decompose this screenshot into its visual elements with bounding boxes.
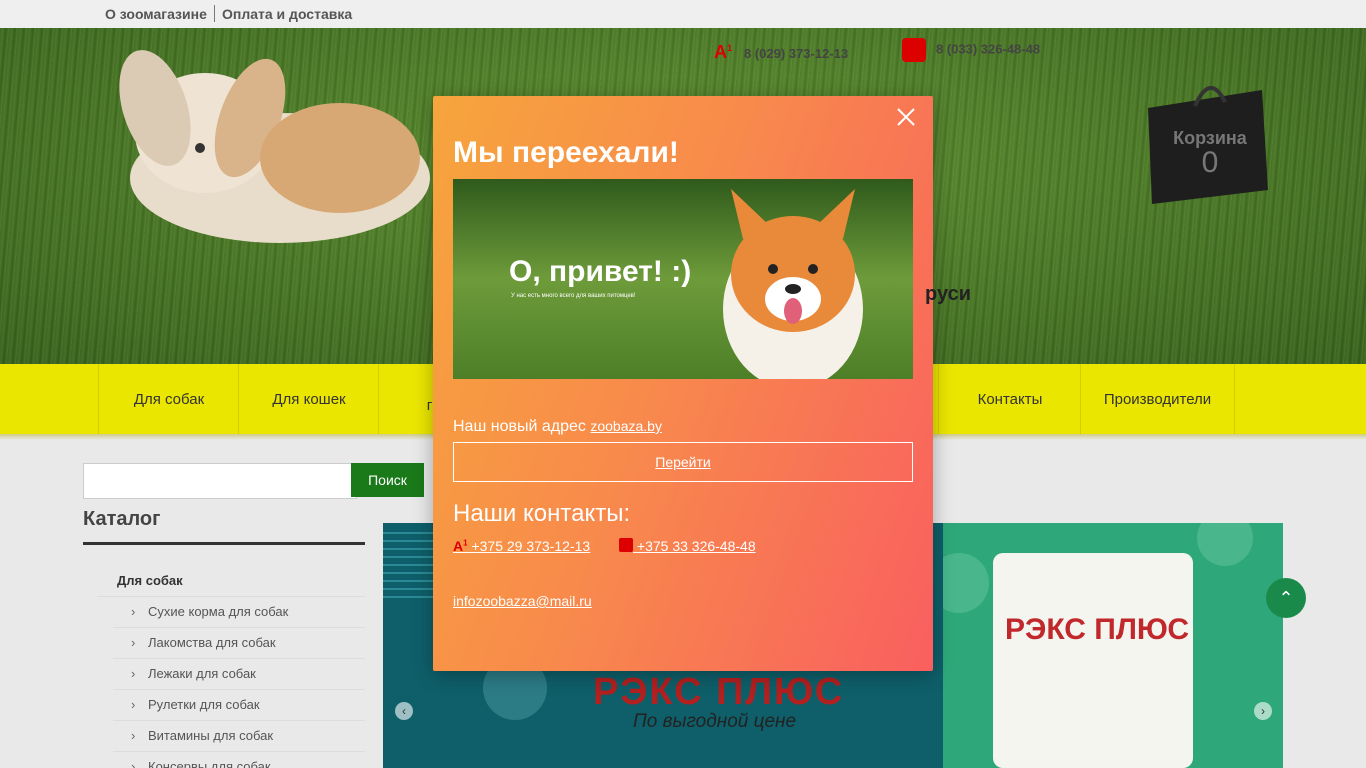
photo-small-text: У нас есть много всего для ваших питомце… [511, 293, 636, 299]
mts-icon [902, 38, 926, 62]
close-icon[interactable] [895, 106, 917, 128]
moved-modal: Мы переехали! О, привет! :) У нас есть м… [433, 96, 933, 671]
new-address: Наш новый адрес zoobaza.by [453, 418, 662, 436]
header-tagline: руси [925, 283, 971, 305]
a1-icon: A1 [453, 538, 468, 554]
rabbit-image [119, 50, 430, 243]
a1-icon: A1 [714, 42, 733, 62]
contacts-title: Наши контакты: [453, 500, 631, 527]
address-label: Наш новый адрес [453, 418, 586, 435]
header-phone-mts[interactable]: 8 (033) 326-48-48 [902, 38, 1040, 62]
mts-icon [619, 538, 633, 552]
header-phone-a1[interactable]: A1 8 (029) 373-12-13 [714, 42, 848, 63]
address-link[interactable]: zoobaza.by [590, 418, 662, 434]
modal-title: Мы переехали! [453, 136, 679, 169]
cart-count: 0 [1201, 146, 1219, 179]
modal-phone-mts[interactable]: +375 33 326-48-48 [619, 538, 756, 554]
photo-greeting: О, привет! :) [509, 255, 692, 288]
corgi-photo: О, привет! :) У нас есть много всего для… [453, 179, 913, 379]
modal-phone-a1[interactable]: A1 +375 29 373-12-13 [453, 538, 590, 554]
modal-email-link[interactable]: infozoobazza@mail.ru [453, 593, 592, 609]
go-button[interactable]: Перейти [453, 442, 913, 482]
